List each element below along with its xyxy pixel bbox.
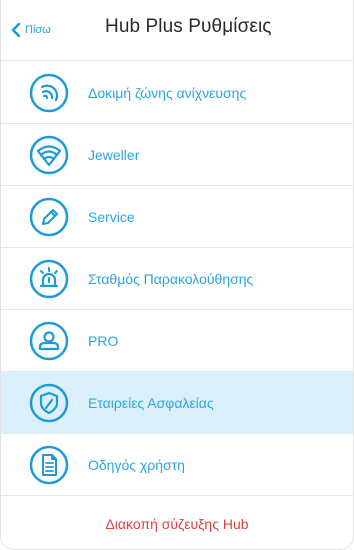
navigation-bar: Πίσω Hub Plus Ρυθμίσεις (1, 0, 353, 60)
signal-strength-icon (29, 73, 69, 113)
user-icon (29, 321, 69, 361)
menu-item-label: Εταιρείες Ασφαλείας (88, 395, 214, 411)
menu-item-monitoring-station[interactable]: Σταθμός Παρακολούθησης (1, 248, 353, 310)
menu-item-label: Service (88, 209, 135, 225)
menu-item-label: Δοκιμή ζώνης ανίχνευσης (88, 85, 247, 101)
back-button[interactable]: Πίσω (11, 19, 51, 41)
back-label: Πίσω (25, 24, 51, 36)
settings-screen: Δοκιμή ζώνης ανίχνευσης Jeweller Service… (0, 0, 354, 550)
menu-item-jeweller[interactable]: Jeweller (1, 124, 353, 186)
menu-item-detection-zone-test[interactable]: Δοκιμή ζώνης ανίχνευσης (1, 62, 353, 124)
menu-item-service[interactable]: Service (1, 186, 353, 248)
menu-item-user-guide[interactable]: Οδηγός χρήστη (1, 434, 353, 496)
menu-item-label: Jeweller (88, 147, 140, 163)
menu-item-label: Σταθμός Παρακολούθησης (88, 271, 254, 287)
shield-icon (29, 383, 69, 423)
menu-item-pro[interactable]: PRO (1, 310, 353, 372)
pencil-icon (29, 197, 69, 237)
page-title: Hub Plus Ρυθμίσεις (105, 16, 272, 37)
siren-icon (29, 259, 69, 299)
unpair-hub-button[interactable]: Διακοπή σύζευξης Hub (1, 494, 353, 549)
menu-item-label: Οδηγός χρήστη (88, 457, 185, 473)
document-icon (29, 445, 69, 485)
menu-item-security-companies[interactable]: Εταιρείες Ασφαλείας (1, 372, 353, 434)
menu-item-label: PRO (88, 333, 119, 349)
jeweller-wifi-icon (29, 135, 69, 175)
unpair-hub-label: Διακοπή σύζευξης Hub (105, 516, 249, 532)
chevron-left-icon (11, 23, 21, 37)
